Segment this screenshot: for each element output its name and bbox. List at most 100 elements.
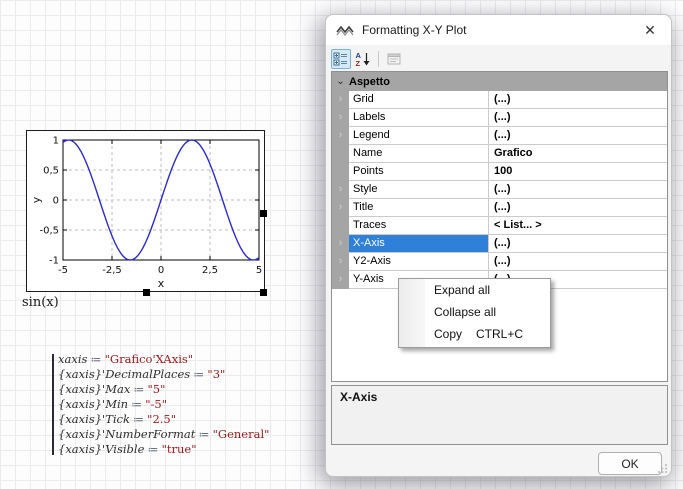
context-menu-item-expand-all[interactable]: Expand all	[399, 279, 550, 301]
property-row-y2-axis[interactable]: › Y2-Axis (...)	[332, 253, 667, 271]
property-name[interactable]: Legend	[349, 127, 489, 145]
row-expand-icon[interactable]: ›	[332, 109, 349, 127]
property-name[interactable]: Y2-Axis	[349, 253, 489, 271]
resize-grip-icon[interactable]	[658, 463, 668, 473]
code-line[interactable]: {xaxis}'Min ≔ "-5"	[58, 397, 269, 412]
row-expand-icon[interactable]: ›	[332, 253, 349, 271]
property-value[interactable]: (...)	[489, 127, 667, 145]
property-row-style[interactable]: › Style (...)	[332, 181, 667, 199]
code-string-value: "5"	[148, 382, 166, 396]
code-line[interactable]: {xaxis}'Visible ≔ "true"	[58, 442, 269, 457]
property-value[interactable]: (...)	[489, 199, 667, 217]
row-expand-icon[interactable]: ›	[332, 91, 349, 109]
row-expand-icon[interactable]: ›	[332, 271, 349, 289]
property-name[interactable]: Labels	[349, 109, 489, 127]
menu-item-shortcut: CTRL+C	[476, 327, 523, 341]
property-name[interactable]: Traces	[349, 217, 489, 235]
svg-text:-2,5: -2,5	[102, 265, 122, 276]
code-line[interactable]: {xaxis}'Tick ≔ "2.5"	[58, 412, 269, 427]
row-expand-icon[interactable]: ›	[332, 199, 349, 217]
property-row-name[interactable]: Name Grafico	[332, 145, 667, 163]
categorized-view-button[interactable]	[331, 49, 351, 69]
code-string-value: "-5"	[145, 397, 167, 411]
smath-canvas: { "icons": { "close": "✕", "category_col…	[0, 0, 683, 489]
definition-operator: ≔	[130, 384, 147, 396]
context-menu-item-copy[interactable]: Copy CTRL+C	[399, 323, 550, 345]
ok-button[interactable]: OK	[598, 452, 662, 475]
row-expand-icon[interactable]: ›	[332, 181, 349, 199]
property-row-traces[interactable]: Traces < List... >	[332, 217, 667, 235]
property-name[interactable]: Title	[349, 199, 489, 217]
code-region-bar	[52, 354, 54, 455]
property-row-points[interactable]: Points 100	[332, 163, 667, 181]
context-menu-item-collapse-all[interactable]: Collapse all	[399, 301, 550, 323]
xy-plot-widget[interactable]: -5-2,502,5510,50-0,5-1xy	[26, 130, 265, 292]
definition-operator: ≔	[87, 354, 104, 366]
definition-operator: ≔	[144, 444, 161, 456]
code-line[interactable]: xaxis ≔ "Grafico'XAxis"	[58, 352, 269, 367]
row-expand-icon[interactable]	[332, 145, 349, 163]
svg-text:0,5: 0,5	[43, 166, 59, 177]
property-value[interactable]: 100	[489, 163, 667, 181]
svg-text:0: 0	[158, 265, 164, 276]
plot-expression-label[interactable]: sin(x)	[22, 295, 59, 310]
category-row-aspetto[interactable]: ⌄ Aspetto	[332, 72, 667, 91]
property-value[interactable]: Grafico	[489, 145, 667, 163]
code-line[interactable]: {xaxis}'Max ≔ "5"	[58, 382, 269, 397]
code-identifier: {xaxis}'Tick	[58, 412, 130, 426]
row-expand-icon[interactable]: ›	[332, 127, 349, 145]
xy-plot-chart: -5-2,502,5510,50-0,5-1xy	[27, 131, 264, 291]
svg-text:5: 5	[256, 265, 262, 276]
property-row-legend[interactable]: › Legend (...)	[332, 127, 667, 145]
property-row-grid[interactable]: › Grid (...)	[332, 91, 667, 109]
code-region[interactable]: xaxis ≔ "Grafico'XAxis"{xaxis}'DecimalPl…	[52, 352, 269, 457]
property-grid-rows: › Grid (...) › Labels (...) › Legend (..…	[332, 91, 667, 289]
code-string-value: "Grafico'XAxis"	[105, 352, 193, 366]
row-expand-icon[interactable]	[332, 217, 349, 235]
svg-text:-5: -5	[58, 265, 68, 276]
property-pages-button	[384, 49, 404, 69]
alphabetical-sort-button[interactable]: A Z	[353, 49, 373, 69]
context-menu: Expand all Collapse all Copy CTRL+C	[398, 278, 551, 348]
property-name[interactable]: Name	[349, 145, 489, 163]
dialog-titlebar[interactable]: Formatting X-Y Plot ✕	[326, 15, 671, 45]
definition-operator: ≔	[190, 369, 207, 381]
definition-operator: ≔	[128, 399, 145, 411]
collapse-chevron-icon[interactable]: ⌄	[332, 76, 349, 87]
menu-item-label: Collapse all	[434, 305, 496, 319]
code-line[interactable]: {xaxis}'NumberFormat ≔ "General"	[58, 427, 269, 442]
svg-text:y: y	[30, 196, 43, 203]
svg-text:0: 0	[53, 196, 59, 207]
property-value[interactable]: (...)	[489, 181, 667, 199]
property-name[interactable]: Grid	[349, 91, 489, 109]
property-value[interactable]: (...)	[489, 109, 667, 127]
property-value[interactable]: (...)	[489, 91, 667, 109]
property-value[interactable]: (...)	[489, 235, 667, 253]
row-expand-icon[interactable]	[332, 163, 349, 181]
svg-text:x: x	[158, 277, 165, 290]
description-title: X-Axis	[340, 390, 659, 404]
close-icon[interactable]: ✕	[639, 19, 661, 41]
property-name[interactable]: X-Axis	[349, 235, 489, 253]
resize-handle-bottom[interactable]	[143, 289, 150, 296]
code-identifier: {xaxis}'Visible	[58, 442, 144, 456]
code-line[interactable]: {xaxis}'DecimalPlaces ≔ "3"	[58, 367, 269, 382]
code-identifier: {xaxis}'Max	[58, 382, 130, 396]
code-identifier: {xaxis}'NumberFormat	[58, 427, 195, 441]
menu-item-label: Copy	[434, 327, 462, 341]
resize-handle-corner[interactable]	[260, 289, 267, 296]
svg-text:-1: -1	[49, 256, 59, 267]
code-lines: xaxis ≔ "Grafico'XAxis"{xaxis}'DecimalPl…	[58, 352, 269, 457]
property-row-title[interactable]: › Title (...)	[332, 199, 667, 217]
property-name[interactable]: Style	[349, 181, 489, 199]
property-value[interactable]: (...)	[489, 253, 667, 271]
code-string-value: "2.5"	[147, 412, 176, 426]
dialog-title: Formatting X-Y Plot	[362, 23, 639, 37]
property-value[interactable]: < List... >	[489, 217, 667, 235]
property-name[interactable]: Points	[349, 163, 489, 181]
property-row-x-axis[interactable]: › X-Axis (...)	[332, 235, 667, 253]
row-expand-icon[interactable]: ›	[332, 235, 349, 253]
description-panel: X-Axis	[331, 385, 668, 445]
resize-handle-right[interactable]	[260, 210, 267, 217]
property-row-labels[interactable]: › Labels (...)	[332, 109, 667, 127]
